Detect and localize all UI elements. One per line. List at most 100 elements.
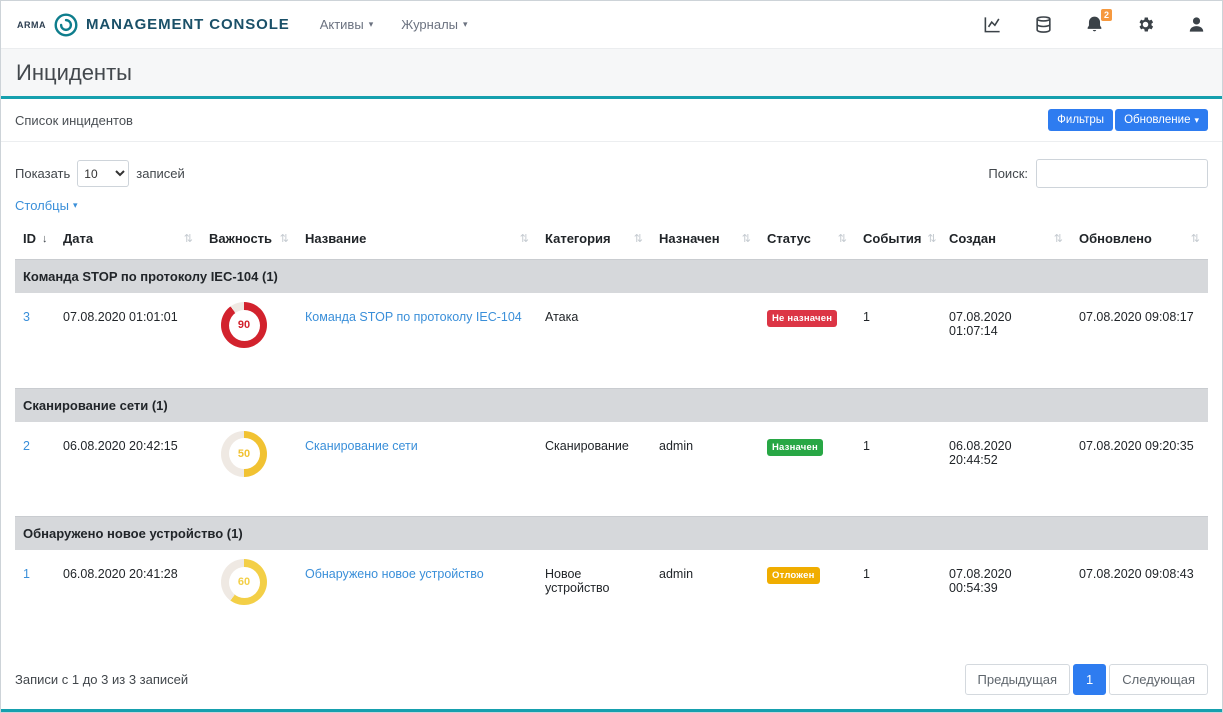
- incident-events-count: 1: [855, 293, 941, 388]
- incident-events-count: 1: [855, 550, 941, 645]
- columns-dropdown[interactable]: Столбцы ▾: [15, 198, 78, 213]
- brand-logo-icon: [53, 12, 79, 38]
- next-page-button[interactable]: Следующая: [1109, 664, 1208, 695]
- group-header-label: Обнаружено новое устройство (1): [15, 517, 1208, 551]
- incident-group-row: Команда STOP по протоколу IEC-104 (1): [15, 260, 1208, 294]
- table-header-row: ID↓ Дата⇅ Важность⇅ Название⇅ Категория⇅…: [15, 221, 1208, 260]
- user-icon[interactable]: [1187, 15, 1206, 34]
- brand-arma-text: ARMA: [17, 20, 46, 30]
- sort-icon[interactable]: ⇅: [1048, 232, 1063, 245]
- status-badge: Не назначен: [767, 310, 837, 327]
- top-navbar: ARMA MANAGEMENT CONSOLE Активы ▾ Журналы…: [1, 1, 1222, 49]
- filters-button[interactable]: Фильтры: [1048, 109, 1113, 131]
- menu-assets[interactable]: Активы ▾: [320, 17, 374, 32]
- incident-id-link[interactable]: 2: [23, 439, 30, 453]
- show-entries: Показать 10 записей: [15, 160, 185, 187]
- main-menu: Активы ▾ Журналы ▾: [320, 17, 468, 32]
- incident-name-link[interactable]: Команда STOP по протоколу IEC-104: [305, 310, 522, 324]
- navbar-icons: 2: [983, 15, 1206, 34]
- page-title-bar: Инциденты: [1, 49, 1222, 99]
- refresh-button-label: Обновление: [1124, 114, 1190, 126]
- refresh-button[interactable]: Обновление ▾: [1115, 109, 1208, 131]
- sort-icon[interactable]: ↓: [36, 233, 48, 245]
- search-box: Поиск:: [988, 159, 1208, 188]
- column-header-updated[interactable]: Обновлено⇅: [1071, 221, 1208, 260]
- columns-dropdown-label: Столбцы: [15, 198, 69, 213]
- severity-donut: 90: [221, 302, 267, 348]
- card-title: Список инцидентов: [15, 113, 133, 128]
- prev-page-button[interactable]: Предыдущая: [965, 664, 1071, 695]
- sort-icon[interactable]: ⇅: [832, 232, 847, 245]
- database-icon[interactable]: [1034, 15, 1053, 34]
- caret-down-icon: ▾: [73, 201, 78, 210]
- sort-icon[interactable]: ⇅: [736, 232, 751, 245]
- incident-category: Сканирование: [537, 422, 651, 517]
- incident-row: 1 06.08.2020 20:41:28 60 Обнаружено ново…: [15, 550, 1208, 645]
- column-header-status[interactable]: Статус⇅: [759, 221, 855, 260]
- show-entries-prefix: Показать: [15, 166, 70, 181]
- column-header-severity[interactable]: Важность⇅: [201, 221, 297, 260]
- table-controls: Показать 10 записей Поиск:: [1, 142, 1222, 192]
- incident-created: 07.08.2020 00:54:39: [941, 550, 1071, 645]
- column-header-category[interactable]: Категория⇅: [537, 221, 651, 260]
- records-summary: Записи с 1 до 3 из 3 записей: [15, 672, 188, 687]
- menu-journals[interactable]: Журналы ▾: [401, 17, 467, 32]
- sort-icon[interactable]: ⇅: [514, 232, 529, 245]
- severity-value: 90: [229, 310, 260, 341]
- status-badge: Отложен: [767, 567, 820, 584]
- bottom-accent-line: [1, 709, 1222, 712]
- pagination: Предыдущая 1 Следующая: [965, 664, 1208, 695]
- incident-updated: 07.08.2020 09:08:17: [1071, 293, 1208, 388]
- incident-updated: 07.08.2020 09:08:43: [1071, 550, 1208, 645]
- show-entries-suffix: записей: [136, 166, 184, 181]
- incidents-table-body: Команда STOP по протоколу IEC-104 (1) 3 …: [15, 260, 1208, 646]
- header-buttons: Фильтры Обновление ▾: [1048, 109, 1208, 131]
- group-header-label: Команда STOP по протоколу IEC-104 (1): [15, 260, 1208, 294]
- incident-group-row: Сканирование сети (1): [15, 388, 1208, 422]
- incident-events-count: 1: [855, 422, 941, 517]
- bell-icon[interactable]: 2: [1085, 15, 1104, 34]
- sort-icon[interactable]: ⇅: [274, 232, 289, 245]
- severity-donut: 60: [221, 559, 267, 605]
- brand[interactable]: ARMA MANAGEMENT CONSOLE: [17, 12, 290, 38]
- sort-icon[interactable]: ⇅: [921, 232, 936, 245]
- incident-created: 07.08.2020 01:07:14: [941, 293, 1071, 388]
- incident-name-link[interactable]: Сканирование сети: [305, 439, 418, 453]
- menu-journals-label: Журналы: [401, 17, 458, 32]
- incident-id-link[interactable]: 1: [23, 567, 30, 581]
- incident-row: 3 07.08.2020 01:01:01 90 Команда STOP по…: [15, 293, 1208, 388]
- incident-category: Атака: [537, 293, 651, 388]
- sort-icon[interactable]: ⇅: [1185, 232, 1200, 245]
- column-header-assigned[interactable]: Назначен⇅: [651, 221, 759, 260]
- page-size-select[interactable]: 10: [77, 160, 129, 187]
- incidents-table: ID↓ Дата⇅ Важность⇅ Название⇅ Категория⇅…: [15, 221, 1208, 645]
- column-header-created[interactable]: Создан⇅: [941, 221, 1071, 260]
- incident-updated: 07.08.2020 09:20:35: [1071, 422, 1208, 517]
- sort-icon[interactable]: ⇅: [178, 232, 193, 245]
- sort-icon[interactable]: ⇅: [628, 232, 643, 245]
- column-header-events[interactable]: События⇅: [855, 221, 941, 260]
- incident-row: 2 06.08.2020 20:42:15 50 Сканирование се…: [15, 422, 1208, 517]
- status-badge: Назначен: [767, 439, 823, 456]
- incident-group-row: Обнаружено новое устройство (1): [15, 517, 1208, 551]
- incident-name-link[interactable]: Обнаружено новое устройство: [305, 567, 484, 581]
- card-footer: Записи с 1 до 3 из 3 записей Предыдущая …: [1, 652, 1222, 709]
- incident-date: 06.08.2020 20:42:15: [55, 422, 201, 517]
- column-header-id[interactable]: ID↓: [15, 221, 55, 260]
- incident-date: 07.08.2020 01:01:01: [55, 293, 201, 388]
- search-input[interactable]: [1036, 159, 1208, 188]
- column-header-name[interactable]: Название⇅: [297, 221, 537, 260]
- filters-button-label: Фильтры: [1057, 114, 1104, 126]
- severity-donut: 50: [221, 431, 267, 477]
- column-header-date[interactable]: Дата⇅: [55, 221, 201, 260]
- incident-id-link[interactable]: 3: [23, 310, 30, 324]
- caret-down-icon: ▾: [1194, 116, 1199, 125]
- page-1-button[interactable]: 1: [1073, 664, 1106, 695]
- chart-icon[interactable]: [983, 15, 1002, 34]
- incident-category: Новое устройство: [537, 550, 651, 645]
- severity-value: 50: [229, 438, 260, 469]
- gear-icon[interactable]: [1136, 15, 1155, 34]
- caret-down-icon: ▾: [369, 20, 374, 29]
- notification-badge: 2: [1101, 9, 1112, 21]
- severity-value: 60: [229, 567, 260, 598]
